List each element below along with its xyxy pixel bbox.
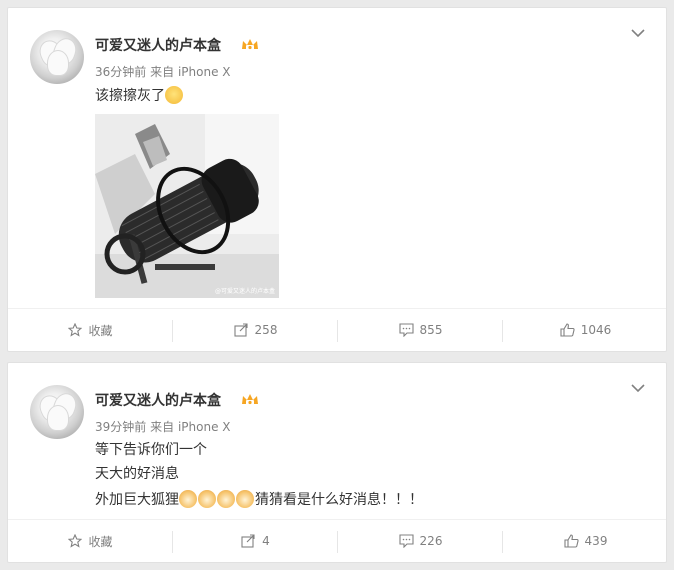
post-source: iPhone X [177, 420, 231, 434]
fox-emoji-icon [179, 490, 197, 508]
comment-icon [398, 323, 414, 337]
thumbs-up-icon [560, 323, 575, 337]
favorite-button[interactable]: 收藏 [8, 309, 173, 351]
star-icon [68, 323, 83, 337]
vip-badge-icon [242, 394, 258, 405]
post-source: iPhone X [177, 65, 231, 79]
like-count: 1046 [580, 323, 612, 337]
source-prefix: 来自 [150, 65, 175, 79]
favorite-label: 收藏 [88, 323, 113, 338]
comment-count: 855 [419, 323, 443, 337]
post-text-line: 天大的好消息 [95, 466, 179, 482]
post-photo[interactable]: @可爱又迷人的卢本盒 [95, 114, 279, 298]
post-time[interactable]: 36分钟前 [95, 65, 146, 79]
repost-count: 258 [254, 323, 278, 337]
comment-icon [398, 534, 414, 548]
post-text-line: 猜猜看是什么好消息！！！ [255, 492, 423, 508]
repost-button[interactable]: 258 [173, 309, 338, 351]
post-text: 该擦擦灰了 [95, 84, 183, 108]
chevron-down-icon[interactable] [630, 28, 646, 38]
source-prefix: 来自 [150, 420, 175, 434]
post-time[interactable]: 39分钟前 [95, 420, 146, 434]
comment-button[interactable]: 226 [338, 520, 503, 562]
like-button[interactable]: 439 [503, 520, 668, 562]
avatar-petal [47, 405, 69, 431]
share-icon [233, 323, 248, 337]
comment-count: 226 [419, 534, 443, 548]
repost-button[interactable]: 4 [173, 520, 338, 562]
author-name[interactable]: 可爱又迷人的卢本盒 [95, 390, 221, 410]
favorite-button[interactable]: 收藏 [8, 520, 173, 562]
microphone-photo [95, 114, 279, 298]
action-bar: 收藏 258 855 1046 [8, 308, 666, 351]
weibo-post-card: 可爱又迷人的卢本盒 39分钟前 来自 iPhone X 等下告诉你们一个 天大的… [7, 362, 667, 563]
fox-emoji-icon [217, 490, 235, 508]
fox-emoji-icon [198, 490, 216, 508]
avatar[interactable] [30, 30, 84, 84]
share-icon [241, 534, 255, 548]
post-meta: 39分钟前 来自 iPhone X [95, 418, 231, 435]
author-name[interactable]: 可爱又迷人的卢本盒 [95, 35, 221, 55]
like-count: 439 [584, 534, 608, 548]
avatar-petal [47, 50, 69, 76]
vip-badge-icon [242, 39, 258, 50]
post-text: 外加巨大狐狸 猜猜看是什么好消息！！！ [95, 488, 423, 512]
post-text-line: 等下告诉你们一个 [95, 442, 207, 458]
post-text-line: 外加巨大狐狸 [95, 492, 179, 508]
favorite-label: 收藏 [88, 534, 113, 549]
like-button[interactable]: 1046 [503, 309, 668, 351]
photo-watermark: @可爱又迷人的卢本盒 [214, 288, 275, 295]
post-meta: 36分钟前 来自 iPhone X [95, 63, 231, 80]
fox-emoji-icon [236, 490, 254, 508]
weibo-post-card: 可爱又迷人的卢本盒 36分钟前 来自 iPhone X 该擦擦灰了 @可爱又迷人… [7, 7, 667, 352]
repost-count: 4 [262, 534, 270, 548]
chevron-down-icon[interactable] [630, 383, 646, 393]
post-text-line: 该擦擦灰了 [95, 88, 165, 104]
thumbs-up-icon [563, 534, 579, 548]
shy-face-emoji-icon [165, 86, 183, 104]
action-bar: 收藏 4 226 439 [8, 519, 666, 562]
star-icon [68, 534, 83, 548]
comment-button[interactable]: 855 [338, 309, 503, 351]
avatar[interactable] [30, 385, 84, 439]
